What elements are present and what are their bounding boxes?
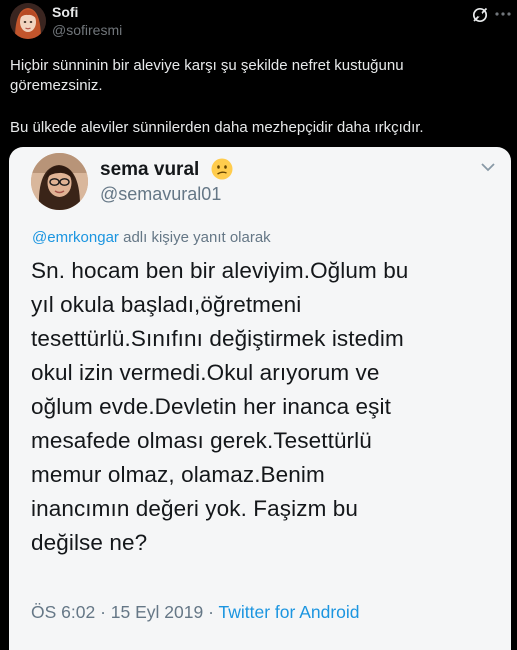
confused-face-emoji xyxy=(209,156,235,182)
author-avatar[interactable] xyxy=(10,3,46,39)
reply-mention: @emrkongar xyxy=(32,229,119,246)
quoted-body-line: mesafede olması gerek.Tesettürlü xyxy=(31,428,372,453)
quoted-client: Twitter for Android xyxy=(218,602,360,622)
quoted-display-name: sema vural xyxy=(100,159,200,180)
quoted-body-line: yıl okula başladı,öğretmeni xyxy=(31,292,302,317)
author-handle[interactable]: @sofiresmi xyxy=(52,22,122,38)
quoted-body-line: tesettürlü.Sınıfını değiştirmek istedim xyxy=(31,326,404,351)
author-name[interactable]: Sofi xyxy=(52,4,78,20)
quoted-handle: @semavural01 xyxy=(100,184,222,204)
separator: · xyxy=(100,602,106,622)
grok-icon[interactable] xyxy=(470,5,490,25)
post-header: Sofi @sofiresmi xyxy=(0,0,517,52)
quoted-date: 15 Eyl 2019 xyxy=(110,602,204,622)
quoted-body-line: memur olmaz, olamaz.Benim xyxy=(31,462,325,487)
quoted-body-line: Sn. hocam ben bir aleviyim.Oğlum bu xyxy=(31,258,409,283)
quoted-avatar xyxy=(31,153,88,210)
quoted-body-line: oğlum evde.Devletin her inanca eşit xyxy=(31,394,391,419)
reply-suffix: adlı kişiye yanıt olarak xyxy=(123,229,271,246)
quoted-body-line: değilse ne? xyxy=(31,530,148,555)
quoted-footer: ÖS 6:02 · 15 Eyl 2019 · Twitter for Andr… xyxy=(31,602,360,623)
quoted-time: ÖS 6:02 xyxy=(31,602,96,622)
post-text-line: göremezsiniz. xyxy=(10,77,103,94)
quoted-body-line: inancımın değeri yok. Faşizm bu xyxy=(31,496,358,521)
more-icon[interactable] xyxy=(493,4,513,24)
chevron-down-icon xyxy=(479,159,497,175)
post-text-line: Bu ülkede aleviler sünnilerden daha mezh… xyxy=(10,119,424,136)
post-text-line: Hiçbir sünninin bir aleviye karşı şu şek… xyxy=(10,57,404,74)
separator: · xyxy=(208,602,214,622)
quoted-tweet-image[interactable]: sema vural @semavural01 @emrkongar adlı … xyxy=(9,147,511,650)
reply-context: @emrkongar adlı kişiye yanıt olarak xyxy=(32,229,271,246)
quoted-body-line: okul izin vermedi.Okul arıyorum ve xyxy=(31,360,380,385)
